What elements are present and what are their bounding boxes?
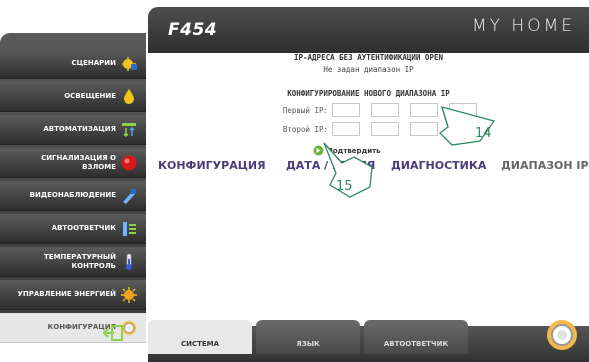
first-ip-label: Первый IP: [282,105,328,115]
thermometer-icon [120,253,138,271]
sidebar-item-label: СЦЕНАРИИ [71,59,116,67]
sidebar-item-alarm[interactable]: СИГНАЛИЗАЦИЯ О ВЗЛОМЕ [0,148,146,178]
bottom-tab-answering[interactable]: АВТООТВЕТЧИК [364,320,468,354]
tab-configuration[interactable]: КОНФИГУРАЦИЯ [158,159,266,172]
camera-icon [120,187,138,205]
tab-ip-range[interactable]: ДИАПАЗОН IP [501,159,589,172]
sidebar-item-label: ОСВЕЩЕНИЕ [64,92,116,100]
sidebar-item-label: АВТОМАТИЗАЦИЯ [43,125,116,133]
sidebar-item-automation[interactable]: АВТОМАТИЗАЦИЯ [0,115,146,145]
page-title: IP-АДРЕСА БЕЗ АУТЕНТИФИКАЦИИ OPEN [293,53,443,62]
callout-15-number: 15 [336,179,353,194]
second-ip-octet-2-input[interactable] [371,122,399,136]
sidebar-item-temperature[interactable]: ТЕМПЕРАТУРНЫЙ КОНТРОЛЬ [0,247,146,277]
sidebar-item-label: УПРАВЛЕНИЕ ЭНЕРГИЕЙ [17,290,116,298]
brand-logo: MY HOME [471,16,575,36]
page-subtitle: Не задан диапазон IP [323,65,414,74]
exit-icon[interactable] [102,325,123,341]
alarm-icon [120,154,138,172]
answering-machine-icon [120,220,138,238]
sidebar-item-configuration[interactable]: КОНФИГУРАЦИЯ [0,313,146,343]
sidebar-menu: СЦЕНАРИИ ОСВЕЩЕНИЕ АВТОМАТИЗАЦИЯ СИГНАЛИ… [0,49,146,346]
sidebar-item-video[interactable]: ВИДЕОНАБЛЮДЕНИЕ [0,181,146,211]
sidebar-item-answering[interactable]: АВТООТВЕТЧИК [0,214,146,244]
device-model: F454 [168,20,218,40]
sidebar-item-label: СИГНАЛИЗАЦИЯ О ВЗЛОМЕ [41,153,116,171]
app-header: F454 MY HOME [148,7,589,53]
bottom-bar: СИСТЕМА ЯЗЫК АВТООТВЕТЧИК [148,320,589,362]
bottom-tab-system[interactable]: СИСТЕМА [148,320,252,354]
callout-14-number: 14 [475,126,492,141]
scenarios-icon [120,55,138,73]
sidebar-item-label: ВИДЕОНАБЛЮДЕНИЕ [29,191,116,199]
sidebar-item-lighting[interactable]: ОСВЕЩЕНИЕ [0,82,146,112]
section-title: КОНФИГУРИРОВАНИЕ НОВОГО ДИАПАЗОНА IP [287,89,450,98]
bottom-tab-language[interactable]: ЯЗЫК [256,320,360,354]
energy-icon [120,286,138,304]
second-ip-octet-1-input[interactable] [332,122,360,136]
automation-icon [120,121,138,139]
sidebar-item-scenarios[interactable]: СЦЕНАРИИ [0,49,146,79]
sidebar-item-label: ТЕМПЕРАТУРНЫЙ КОНТРОЛЬ [44,252,116,270]
first-ip-octet-2-input[interactable] [371,103,399,117]
sidebar-item-label: АВТООТВЕТЧИК [51,224,116,232]
lightbulb-icon [120,88,138,106]
first-ip-octet-1-input[interactable] [332,103,360,117]
tab-diagnostics[interactable]: ДИАГНОСТИКА [391,159,486,172]
sidebar: СЦЕНАРИИ ОСВЕЩЕНИЕ АВТОМАТИЗАЦИЯ СИГНАЛИ… [0,33,146,343]
sidebar-item-energy[interactable]: УПРАВЛЕНИЕ ЭНЕРГИЕЙ [0,280,146,310]
settings-gear-icon[interactable] [545,318,579,352]
second-ip-label: Второй IP: [282,124,328,134]
main-content: IP-АДРЕСА БЕЗ АУТЕНТИФИКАЦИИ OPEN Не зад… [148,53,589,323]
